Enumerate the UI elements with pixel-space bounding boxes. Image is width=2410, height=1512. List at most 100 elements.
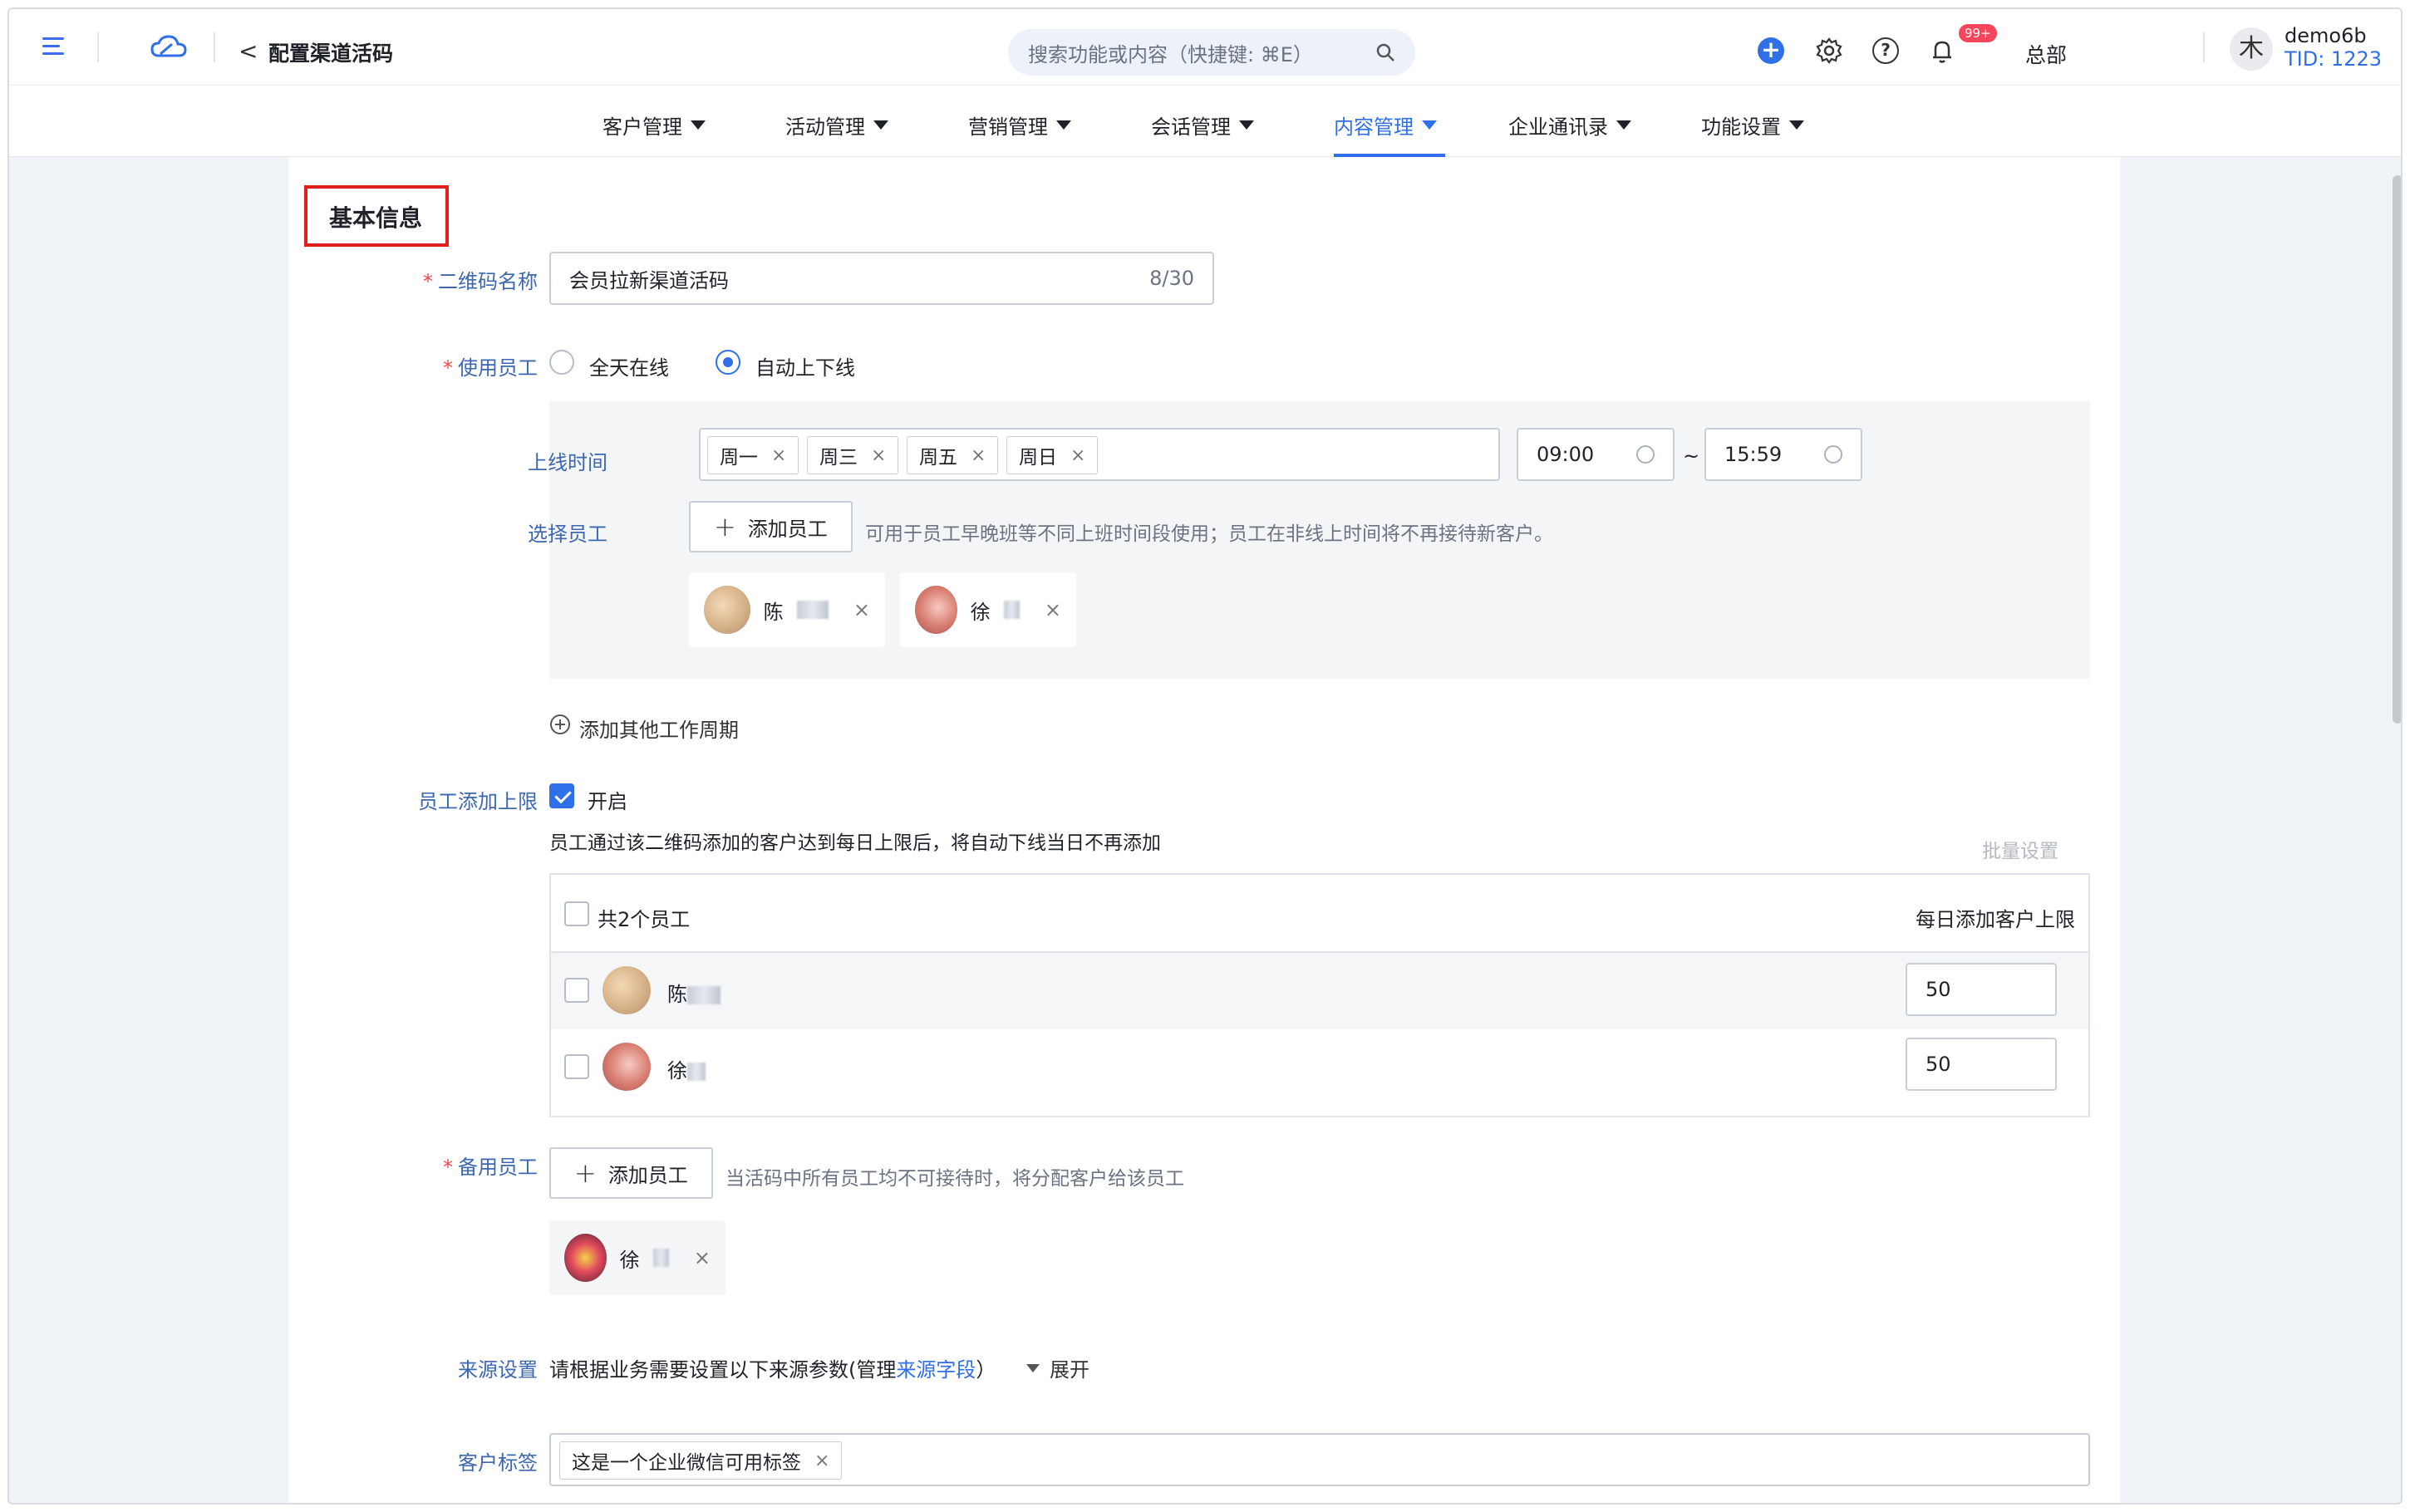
- weekday-select[interactable]: 周一 × 周三 × 周五 × 周日 ×: [699, 428, 1500, 481]
- menu-icon[interactable]: [42, 37, 64, 56]
- staff-name: 陈: [763, 600, 784, 624]
- day-tag[interactable]: 周三 ×: [807, 436, 899, 474]
- staff-chip: 陈 ×: [689, 572, 885, 647]
- staff-name: 徐: [970, 600, 991, 624]
- add-icon[interactable]: +: [1758, 37, 1784, 64]
- clock-icon: [1636, 445, 1655, 464]
- time-separator: ~: [1683, 444, 1700, 468]
- close-icon[interactable]: ×: [814, 1451, 829, 1471]
- user-avatar[interactable]: 木: [2230, 27, 2273, 71]
- nav-item-marketing[interactable]: 营销管理: [968, 110, 1071, 140]
- nav-item-session[interactable]: 会话管理: [1151, 110, 1254, 140]
- customer-tags-label: 客户标签: [458, 1451, 538, 1475]
- back-icon[interactable]: <: [239, 37, 258, 65]
- header-limit: 每日添加客户上限: [1916, 908, 2075, 931]
- clock-icon: [1824, 445, 1842, 464]
- schedule-panel: 上线时间 周一 × 周三 × 周五 × 周日 × 09:00 ~ 15:59 选择员工 …: [528, 401, 2090, 679]
- user-tid: TID: 1223: [2285, 47, 2383, 71]
- limit-enable-checkbox[interactable]: [549, 783, 574, 808]
- divider: [2203, 32, 2205, 62]
- start-time-value: 09:00: [1537, 443, 1595, 466]
- user-name[interactable]: demo6b: [2285, 24, 2367, 47]
- search-box[interactable]: 搜索功能或内容（快捷键: ⌘E）: [1008, 29, 1415, 76]
- caret-down-icon: [1056, 120, 1071, 130]
- avatar: [602, 1043, 651, 1091]
- add-backup-staff-button[interactable]: + 添加员工: [549, 1147, 713, 1199]
- daily-limit-input[interactable]: 50: [1906, 963, 2057, 1016]
- close-icon[interactable]: ×: [871, 445, 886, 466]
- limit-table: 共2个员工 每日添加客户上限 陈 50 徐 50: [549, 873, 2090, 1117]
- nav-item-activity[interactable]: 活动管理: [785, 110, 888, 140]
- avatar: [704, 586, 750, 634]
- help-icon[interactable]: ?: [1872, 37, 1899, 64]
- close-icon[interactable]: ×: [771, 445, 786, 466]
- close-icon[interactable]: ×: [1070, 445, 1085, 466]
- qrcode-name-value: 会员拉新渠道活码: [569, 268, 729, 292]
- nav-item-contacts[interactable]: 企业通讯录: [1508, 110, 1631, 140]
- redacted-name: [687, 986, 721, 1004]
- gear-icon[interactable]: [1816, 37, 1842, 64]
- radio-auto-online-label[interactable]: 自动上下线: [755, 351, 855, 380]
- table-row: 徐 50: [551, 1029, 2088, 1106]
- plus-icon: +: [574, 1157, 597, 1189]
- source-description: 请根据业务需要设置以下来源参数(管理来源字段）: [549, 1358, 996, 1382]
- customer-tags-input[interactable]: 这是一个企业微信可用标签 ×: [549, 1433, 2090, 1486]
- redacted-name: [1003, 601, 1020, 619]
- select-staff-hint: 可用于员工早晚班等不同上班时间段使用；员工在非线上时间将不再接待新客户。: [865, 523, 1553, 545]
- day-tag[interactable]: 周一 ×: [707, 436, 799, 474]
- search-placeholder: 搜索功能或内容（快捷键: ⌘E）: [1028, 42, 1313, 66]
- caret-down-icon: [1026, 1363, 1040, 1372]
- nav-item-settings[interactable]: 功能设置: [1701, 110, 1804, 140]
- scrollbar[interactable]: [2393, 175, 2401, 724]
- char-counter: 8/30: [1149, 267, 1194, 290]
- start-time-input[interactable]: 09:00: [1517, 428, 1675, 481]
- plus-icon: +: [714, 511, 736, 542]
- daily-limit-input[interactable]: 50: [1906, 1038, 2057, 1091]
- select-all-checkbox[interactable]: [564, 901, 589, 926]
- cloud-logo-icon[interactable]: [150, 34, 187, 59]
- close-icon[interactable]: ×: [1045, 598, 1061, 621]
- add-staff-button[interactable]: + 添加员工: [689, 501, 853, 552]
- close-icon[interactable]: ×: [971, 445, 986, 466]
- customer-tag[interactable]: 这是一个企业微信可用标签 ×: [559, 1441, 843, 1480]
- notification-badge: 99+: [1959, 24, 1997, 42]
- backup-staff-hint: 当活码中所有员工均不可接待时，将分配客户给该员工: [725, 1168, 1184, 1190]
- close-icon[interactable]: ×: [694, 1246, 711, 1269]
- avatar: [564, 1234, 607, 1282]
- section-title: 基本信息: [304, 185, 449, 247]
- caret-down-icon: [1422, 120, 1437, 130]
- bell-icon[interactable]: [1929, 37, 1955, 64]
- avatar: [602, 966, 651, 1014]
- radio-all-day[interactable]: [549, 350, 574, 375]
- add-period-link[interactable]: 添加其他工作周期: [579, 714, 739, 743]
- nav-item-content[interactable]: 内容管理: [1334, 110, 1437, 140]
- page-title: 配置渠道活码: [268, 42, 394, 66]
- source-label: 来源设置: [458, 1358, 538, 1382]
- close-icon[interactable]: ×: [853, 598, 870, 621]
- main-nav: 客户管理 活动管理 营销管理 会话管理 内容管理 企业通讯录 功能设置: [9, 86, 2401, 157]
- qrcode-name-input[interactable]: 会员拉新渠道活码 8/30: [549, 252, 1214, 305]
- radio-all-day-label[interactable]: 全天在线: [589, 351, 669, 380]
- row-checkbox[interactable]: [564, 978, 589, 1003]
- row-checkbox[interactable]: [564, 1054, 589, 1079]
- end-time-input[interactable]: 15:59: [1704, 428, 1862, 481]
- day-tag[interactable]: 周五 ×: [907, 436, 999, 474]
- redacted-name: [796, 601, 829, 619]
- staff-name: 徐: [619, 1248, 640, 1272]
- staff-name: 陈: [667, 978, 721, 1007]
- batch-setting-link[interactable]: 批量设置: [1982, 835, 2058, 863]
- redacted-name: [652, 1249, 669, 1267]
- day-tag[interactable]: 周日 ×: [1006, 436, 1099, 474]
- caret-down-icon: [1239, 120, 1254, 130]
- search-icon[interactable]: [1375, 42, 1395, 62]
- limit-enable-label[interactable]: 开启: [588, 785, 627, 814]
- expand-toggle[interactable]: 展开: [1026, 1353, 1089, 1382]
- limit-description: 员工通过该二维码添加的客户达到每日上限后，将自动下线当日不再添加: [549, 832, 1161, 854]
- add-circle-icon[interactable]: [549, 714, 571, 735]
- nav-item-customer[interactable]: 客户管理: [602, 110, 706, 140]
- top-bar: < 配置渠道活码 搜索功能或内容（快捷键: ⌘E） + ? 99+ 总部 木 d…: [9, 9, 2401, 86]
- source-field-link[interactable]: 来源字段: [896, 1358, 976, 1382]
- org-switcher[interactable]: 总部: [2025, 39, 2067, 69]
- caret-down-icon: [1789, 120, 1804, 130]
- radio-auto-online[interactable]: [716, 350, 740, 375]
